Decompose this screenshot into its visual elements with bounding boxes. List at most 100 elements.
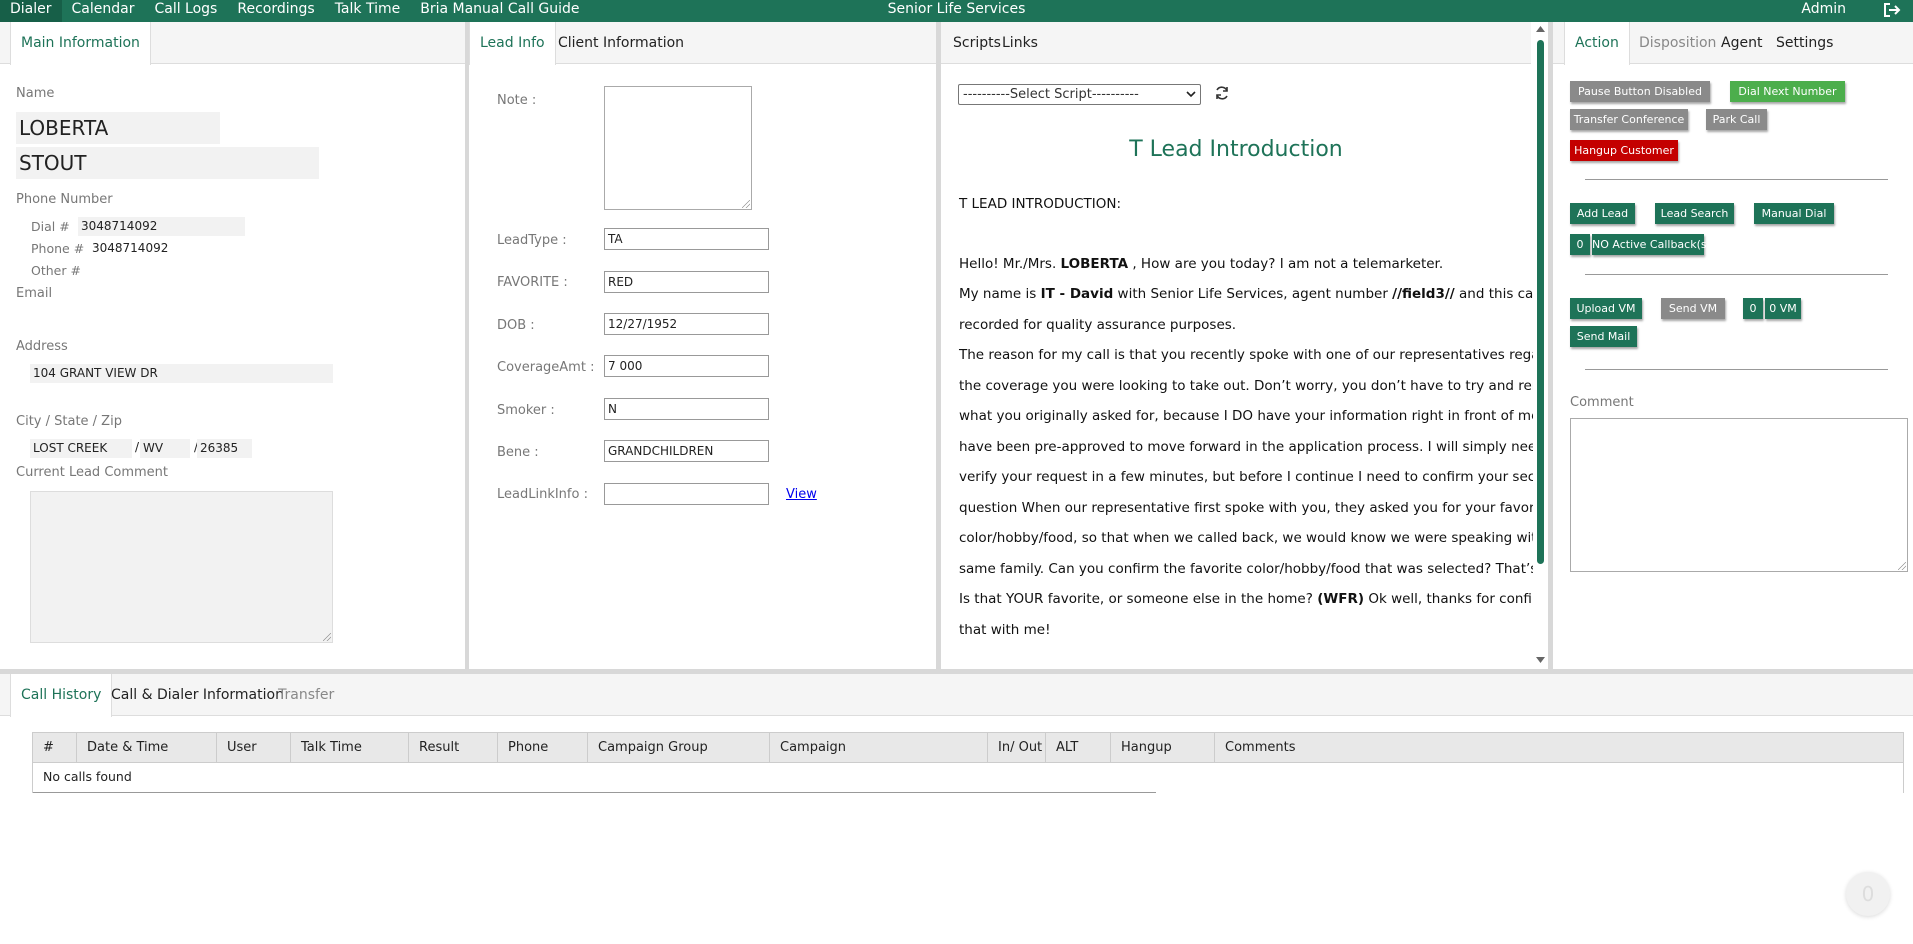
scripts-panel: Scripts Links ----------Select Script---… bbox=[941, 22, 1548, 669]
active-callbacks-button[interactable]: NO Active Callback(s) bbox=[1592, 234, 1711, 255]
address-line1-field[interactable]: 104 GRANT VIEW DR bbox=[30, 364, 333, 383]
scroll-up-icon[interactable] bbox=[1536, 26, 1545, 32]
tab-lead-info[interactable]: Lead Info bbox=[469, 22, 556, 65]
phone-number-label: Phone Number bbox=[16, 192, 113, 207]
column-header: Campaign bbox=[770, 733, 988, 762]
upload-vm-button[interactable]: Upload VM bbox=[1570, 298, 1642, 319]
tab-client-information[interactable]: Client Information bbox=[548, 22, 694, 64]
script-line: color/hobby/food, so that when we called… bbox=[959, 530, 1548, 546]
divider bbox=[1585, 179, 1888, 180]
script-line: that with me! bbox=[959, 622, 1051, 638]
no-calls-text: No calls found bbox=[43, 769, 132, 784]
script-select-value: ----------Select Script---------- bbox=[963, 87, 1139, 102]
nav-bria-guide[interactable]: Bria Manual Call Guide bbox=[410, 0, 589, 22]
script-line: the coverage you were looking to take ou… bbox=[959, 378, 1548, 394]
note-textarea[interactable] bbox=[604, 86, 752, 210]
send-mail-button[interactable]: Send Mail bbox=[1570, 326, 1637, 347]
bottom-tabs: Call History Call & Dialer Information T… bbox=[0, 674, 1913, 717]
column-header: Comments bbox=[1225, 740, 1296, 755]
send-vm-button[interactable]: Send VM bbox=[1661, 298, 1725, 319]
user-menu[interactable]: Admin bbox=[1801, 0, 1846, 18]
main-info-tabs: Main Information bbox=[0, 22, 465, 65]
divider bbox=[1585, 369, 1888, 370]
view-link[interactable]: View bbox=[786, 487, 817, 502]
tab-action[interactable]: Action bbox=[1564, 22, 1630, 65]
scroll-down-icon[interactable] bbox=[1536, 657, 1545, 663]
script-scrollbar[interactable] bbox=[1533, 22, 1548, 669]
smoker-input[interactable]: N bbox=[604, 398, 769, 420]
bene-input[interactable]: GRANDCHILDREN bbox=[604, 440, 769, 462]
action-panel: Action Disposition Agent Settings Pause … bbox=[1553, 22, 1913, 669]
city-field[interactable]: LOST CREEK bbox=[30, 439, 132, 458]
script-line: question When our representative first s… bbox=[959, 500, 1548, 516]
vm-count-badge[interactable]: 0 bbox=[1743, 298, 1763, 319]
script-line: My name is IT - David with Senior Life S… bbox=[959, 286, 1548, 302]
dial-next-number-button[interactable]: Dial Next Number bbox=[1730, 81, 1845, 102]
script-select[interactable]: ----------Select Script---------- bbox=[958, 84, 1201, 105]
leadlinkinfo-label: LeadLinkInfo : bbox=[497, 487, 588, 502]
tab-links[interactable]: Links bbox=[992, 22, 1048, 64]
chevron-down-icon bbox=[1186, 91, 1196, 98]
transfer-conference-button[interactable]: Transfer Conference bbox=[1570, 109, 1688, 130]
current-lead-comment-textarea[interactable] bbox=[30, 491, 333, 643]
nav-dialer[interactable]: Dialer bbox=[0, 0, 62, 22]
tab-settings[interactable]: Settings bbox=[1766, 22, 1843, 64]
vm-count-button[interactable]: 0 VM bbox=[1765, 298, 1801, 319]
dial-label: Dial # bbox=[31, 219, 70, 234]
column-header: # bbox=[33, 733, 77, 762]
nav-call-logs[interactable]: Call Logs bbox=[144, 0, 227, 22]
nav-recordings[interactable]: Recordings bbox=[227, 0, 324, 22]
comment-label: Comment bbox=[1570, 395, 1634, 410]
top-navbar: Dialer Calendar Call Logs Recordings Tal… bbox=[0, 0, 1913, 22]
sign-out-icon[interactable] bbox=[1883, 2, 1901, 18]
address-label: Address bbox=[16, 339, 68, 354]
resize-handle[interactable] bbox=[1898, 562, 1906, 570]
resize-handle[interactable] bbox=[323, 633, 331, 641]
script-line: The reason for my call is that you recen… bbox=[959, 347, 1548, 363]
zip-field[interactable]: 26385 bbox=[197, 439, 252, 458]
dob-input[interactable]: 12/27/1952 bbox=[604, 313, 769, 335]
tab-agent[interactable]: Agent bbox=[1711, 22, 1772, 64]
leadtype-input[interactable]: TA bbox=[604, 228, 769, 250]
hangup-customer-button[interactable]: Hangup Customer bbox=[1570, 140, 1678, 161]
last-name-field[interactable]: STOUT bbox=[16, 147, 319, 179]
tab-call-history[interactable]: Call History bbox=[10, 674, 113, 717]
nav-calendar[interactable]: Calendar bbox=[62, 0, 145, 22]
nav-talk-time[interactable]: Talk Time bbox=[325, 0, 411, 22]
coverage-amt-input[interactable]: 7 000 bbox=[604, 355, 769, 377]
first-name-field[interactable]: LOBERTA bbox=[16, 112, 220, 144]
pause-button[interactable]: Pause Button Disabled bbox=[1570, 81, 1710, 102]
scrollbar-thumb[interactable] bbox=[1537, 40, 1544, 564]
dial-number-field[interactable]: 3048714092 bbox=[78, 217, 245, 236]
leadlinkinfo-input[interactable] bbox=[604, 483, 769, 505]
park-call-button[interactable]: Park Call bbox=[1706, 109, 1767, 130]
add-lead-button[interactable]: Add Lead bbox=[1570, 203, 1635, 224]
main-info-panel: Main Information Name LOBERTA STOUT Phon… bbox=[0, 22, 465, 669]
resize-handle[interactable] bbox=[742, 200, 750, 208]
column-header: ALT bbox=[1046, 733, 1111, 762]
floating-counter-button[interactable]: 0 bbox=[1846, 872, 1890, 916]
action-tabs: Action Disposition Agent Settings bbox=[1553, 22, 1913, 65]
column-header: Campaign Group bbox=[588, 733, 770, 762]
script-line: same family. Can you confirm the favorit… bbox=[959, 561, 1548, 577]
script-line: have been pre-approved to move forward i… bbox=[959, 439, 1548, 455]
callback-count-badge[interactable]: 0 bbox=[1570, 234, 1590, 255]
lead-search-button[interactable]: Lead Search bbox=[1655, 203, 1734, 224]
column-header: Hangup bbox=[1111, 733, 1215, 762]
refresh-icon[interactable] bbox=[1214, 85, 1230, 101]
script-line: Is that YOUR favorite, or someone else i… bbox=[959, 591, 1548, 607]
state-field[interactable]: WV bbox=[140, 439, 190, 458]
script-body: Hello! Mr./Mrs. LOBERTA , How are you to… bbox=[959, 256, 1548, 669]
name-label: Name bbox=[16, 86, 55, 101]
dob-label: DOB : bbox=[497, 318, 535, 333]
bene-label: Bene : bbox=[497, 445, 539, 460]
scripts-tabs: Scripts Links bbox=[941, 22, 1531, 64]
tab-transfer[interactable]: Transfer bbox=[268, 674, 344, 716]
column-header: Date & Time bbox=[77, 733, 217, 762]
column-header: User bbox=[217, 733, 291, 762]
tab-call-dialer-information[interactable]: Call & Dialer Information bbox=[101, 674, 294, 716]
tab-main-information[interactable]: Main Information bbox=[10, 22, 151, 65]
comment-textarea[interactable] bbox=[1570, 418, 1908, 572]
favorite-input[interactable]: RED bbox=[604, 271, 769, 293]
manual-dial-button[interactable]: Manual Dial bbox=[1754, 203, 1834, 224]
